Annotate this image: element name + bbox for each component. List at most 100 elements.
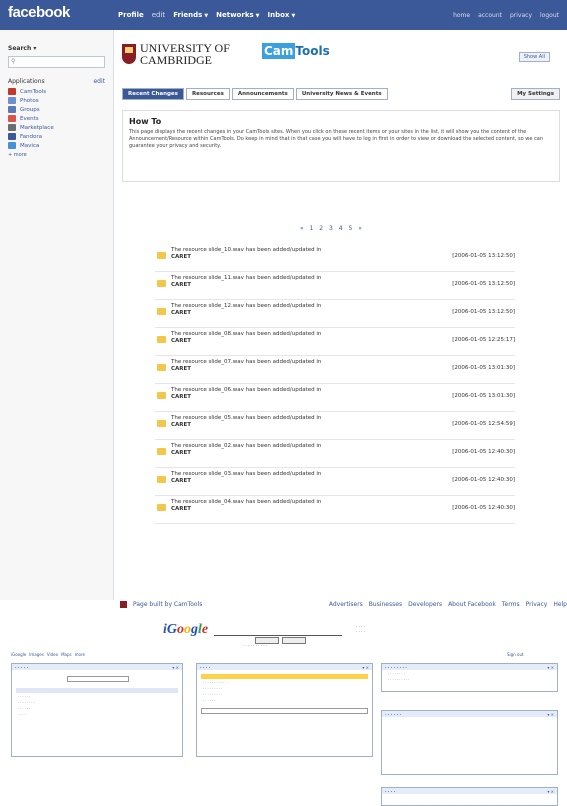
tab-my-settings[interactable]: My Settings <box>511 88 560 100</box>
igoogle-logo-g: G <box>166 622 178 637</box>
sidebar-app-photos[interactable]: Photos <box>8 97 113 104</box>
nav-friends[interactable]: Friends ▼ <box>173 11 208 19</box>
gadget-input[interactable] <box>201 708 368 714</box>
recent-change-row[interactable]: The resource slide_11.wav has been added… <box>155 272 515 300</box>
footer-built-by[interactable]: Page built by CamTools <box>133 601 202 608</box>
gadget-title: · · · · · <box>15 664 29 670</box>
recent-change-row[interactable]: The resource slide_03.wav has been added… <box>155 468 515 496</box>
gadget-controls[interactable]: ▾ × <box>547 712 557 717</box>
footer-link-businesses[interactable]: Businesses <box>369 601 402 608</box>
recent-change-site[interactable]: CARET <box>171 338 191 344</box>
recent-change-site[interactable]: CARET <box>171 310 191 316</box>
recent-change-site[interactable]: CARET <box>171 394 191 400</box>
search-label[interactable]: Search ▾ <box>8 45 113 52</box>
link-logout[interactable]: logout <box>540 12 559 19</box>
nav-profile[interactable]: Profile <box>118 11 144 19</box>
recent-change-site[interactable]: CARET <box>171 478 191 484</box>
recent-change-row[interactable]: The resource slide_08.wav has been added… <box>155 328 515 356</box>
nav-edit[interactable]: edit <box>152 11 165 19</box>
gadget-header: · · · · ▾ × <box>197 664 372 670</box>
gadget-line[interactable]: · · · · · · · · · · · · <box>203 681 372 685</box>
more-apps-link[interactable]: + more <box>8 152 113 158</box>
folder-icon <box>157 476 166 483</box>
show-all-button[interactable]: Show All <box>518 52 550 62</box>
facebook-logo[interactable]: facebook <box>8 4 70 26</box>
google-top-link-more[interactable]: more <box>75 652 85 657</box>
google-signout-link[interactable]: Sign out <box>507 652 524 657</box>
gadget-line[interactable]: · · · · · · · · <box>203 693 372 697</box>
google-top-link-igoogle[interactable]: iGoogle <box>11 652 26 657</box>
google-search-options[interactable]: · · · · · · · · · · <box>243 643 267 648</box>
link-home[interactable]: home <box>453 12 470 19</box>
pagination[interactable]: « 1 2 3 4 5 » <box>300 225 364 232</box>
tab-resources[interactable]: Resources <box>185 88 230 100</box>
tab-announcements[interactable]: Announcements <box>231 88 294 100</box>
gadget-line[interactable]: · · · · · · <box>18 707 182 711</box>
gadget-line[interactable]: · · · · · · · · <box>18 701 182 705</box>
google-advanced-links[interactable]: · · · · · · · · <box>356 624 365 634</box>
recent-change-row[interactable]: The resource slide_02.wav has been added… <box>155 440 515 468</box>
recent-change-row[interactable]: The resource slide_10.wav has been added… <box>155 244 515 272</box>
camtools-logo-cam: Cam <box>262 43 296 59</box>
sidebar-app-camtools[interactable]: CamTools <box>8 88 113 95</box>
gadget-line[interactable]: · · · · · · · · <box>388 672 557 676</box>
chevron-down-icon: ▼ <box>291 13 296 19</box>
recent-change-site[interactable]: CARET <box>171 254 191 260</box>
gadget-input[interactable] <box>67 676 129 682</box>
recent-change-text: The resource slide_11.wav has been added… <box>171 275 411 289</box>
gadget-line[interactable]: · · · · · · · · · · <box>388 678 557 682</box>
recent-change-site[interactable]: CARET <box>171 366 191 372</box>
gadget-controls[interactable]: ▾ × <box>172 665 182 670</box>
recent-change-row[interactable]: The resource slide_06.wav has been added… <box>155 384 515 412</box>
recent-change-row[interactable]: The resource slide_12.wav has been added… <box>155 300 515 328</box>
google-top-link-video[interactable]: Video <box>47 652 58 657</box>
gadget-controls[interactable]: ▾ × <box>362 665 372 670</box>
sidebar-app-groups[interactable]: Groups <box>8 106 113 113</box>
recent-change-site[interactable]: CARET <box>171 506 191 512</box>
sidebar-app-fandora[interactable]: Fandora <box>8 133 113 140</box>
recent-change-row[interactable]: The resource slide_04.wav has been added… <box>155 496 515 524</box>
applications-edit-link[interactable]: edit <box>93 78 105 85</box>
camtools-small-icon <box>120 600 127 608</box>
search-input[interactable]: ⚲ <box>8 56 105 68</box>
google-search-input[interactable] <box>214 631 342 636</box>
tab-university-news[interactable]: University News & Events <box>295 88 388 100</box>
sidebar-app-events[interactable]: Events <box>8 115 113 122</box>
google-top-link-images[interactable]: Images <box>29 652 44 657</box>
recent-change-site[interactable]: CARET <box>171 282 191 288</box>
facebook-footer: Page built by CamTools Advertisers Busine… <box>120 598 567 610</box>
sidebar-app-mavica[interactable]: Mavica <box>8 142 113 149</box>
facebook-account-links: home account privacy logout <box>453 0 559 30</box>
gadget-line[interactable]: · · · · <box>18 713 182 717</box>
link-privacy[interactable]: privacy <box>510 12 532 19</box>
sidebar-app-marketplace[interactable]: Marketplace <box>8 124 113 131</box>
footer-link-about-facebook[interactable]: About Facebook <box>448 601 496 608</box>
gadget-controls[interactable]: ▾ × <box>547 789 557 794</box>
footer-link-help[interactable]: Help <box>553 601 567 608</box>
footer-link-developers[interactable]: Developers <box>408 601 442 608</box>
footer-link-terms[interactable]: Terms <box>502 601 520 608</box>
recent-change-site[interactable]: CARET <box>171 450 191 456</box>
igoogle-logo-o1: o <box>177 622 185 637</box>
recent-change-row[interactable]: The resource slide_07.wav has been added… <box>155 356 515 384</box>
university-name: UNIVERSITY OF CAMBRIDGE <box>140 42 230 66</box>
gadget-line[interactable]: · · · · · · · · · <box>203 687 372 691</box>
nav-inbox[interactable]: Inbox ▼ <box>268 11 296 19</box>
sidebar-app-label: Fandora <box>20 133 43 140</box>
google-top-link-maps[interactable]: Maps <box>61 652 72 657</box>
folder-icon <box>157 504 166 511</box>
recent-change-description: The resource slide_06.wav has been added… <box>171 387 322 393</box>
tab-recent-changes[interactable]: Recent Changes <box>122 88 184 100</box>
feeling-lucky-button[interactable] <box>282 637 306 644</box>
gadget-line[interactable]: · · · · · · <box>203 699 372 703</box>
gadget-line[interactable]: · · · · · · <box>18 695 182 699</box>
gadget-controls[interactable]: ▾ × <box>547 665 557 670</box>
nav-inbox-label: Inbox <box>267 11 290 19</box>
nav-networks[interactable]: Networks ▼ <box>216 11 259 19</box>
recent-change-row[interactable]: The resource slide_05.wav has been added… <box>155 412 515 440</box>
recent-change-site[interactable]: CARET <box>171 422 191 428</box>
footer-link-advertisers[interactable]: Advertisers <box>329 601 363 608</box>
footer-link-privacy[interactable]: Privacy <box>526 601 548 608</box>
link-account[interactable]: account <box>478 12 502 19</box>
app-icon <box>8 88 16 95</box>
